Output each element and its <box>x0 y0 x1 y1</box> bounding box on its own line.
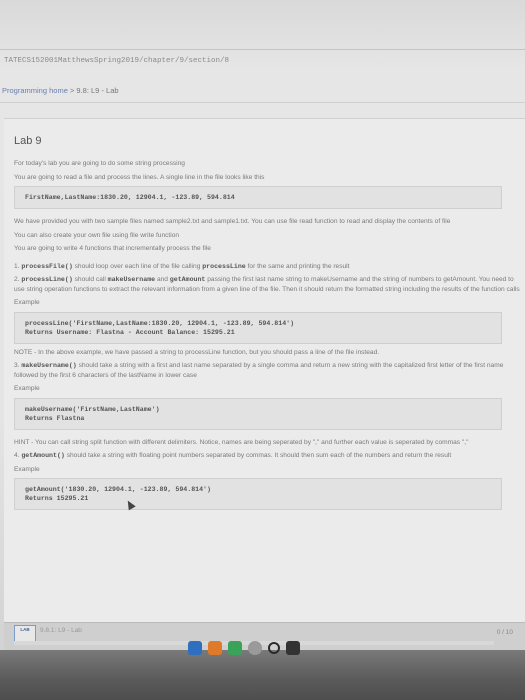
settings-icon[interactable] <box>248 641 262 655</box>
step-2: 2. processLine() should call makeUsernam… <box>14 275 525 294</box>
step-4-text-a: should take a string with floating point… <box>64 452 452 459</box>
step-1-text-a: should loop over each line of the file c… <box>72 262 203 270</box>
search-icon[interactable] <box>268 642 280 654</box>
files-icon[interactable] <box>208 641 222 655</box>
create-own-text: You can also create your own file using … <box>14 231 180 239</box>
breadcrumb-home-link[interactable]: Programming home <box>2 86 68 95</box>
step-1: 1. processFile() should loop over each l… <box>14 262 525 272</box>
example-3-line-1: getAmount('1830.20, 12904.1, -123.89, 59… <box>25 486 211 493</box>
step-4-fn: getAmount() <box>21 452 65 459</box>
example-label-2: Example <box>14 385 40 392</box>
example-3-line-2: Returns 15295.21 <box>25 495 89 502</box>
example-1-line-1: processLine('FirstName,LastName:1830.20,… <box>25 319 295 327</box>
step-2-fn2: makeUsername <box>107 276 156 283</box>
hint-text: HINT - You can call string split functio… <box>14 438 469 446</box>
step-1-text-b: for the same and printing the result <box>245 262 350 270</box>
example-2-code: makeUsername('FirstName,LastName') Retur… <box>14 397 502 430</box>
note-text: NOTE - In the above example, we have pas… <box>14 348 380 356</box>
step-1-fn2: processLine <box>202 262 246 270</box>
breadcrumb-section: 9.8: L9 - Lab <box>76 86 119 95</box>
step-2-text-b: and <box>155 276 170 283</box>
step-4: 4. getAmount() should take a string with… <box>14 451 525 461</box>
intro-line-1: For today's lab you are going to do some… <box>14 160 185 167</box>
breadcrumb: Programming home > 9.8: L9 - Lab <box>0 80 525 103</box>
score-text: 0 / 10 <box>496 629 513 636</box>
step-3-text-a: should take a string with a first and la… <box>14 362 504 379</box>
provided-files-text: We have provided you with two sample fil… <box>14 218 451 225</box>
app-icon[interactable] <box>286 641 300 655</box>
step-2-fn: processLine() <box>21 276 73 283</box>
url-bar[interactable]: TATECS152001MatthewsSpring2019/chapter/9… <box>0 49 525 72</box>
lab-content: Lab 9 For today's lab you are going to d… <box>4 118 525 630</box>
chrome-icon[interactable] <box>228 641 242 655</box>
example-2-line-1: makeUsername('FirstName,LastName') <box>25 405 160 413</box>
write-functions-text: You are going to write 4 functions that … <box>14 245 211 252</box>
activity-caption: 9.8.1: L9 - Lab <box>40 627 82 634</box>
sample-line-text: FirstName,LastName:1830.20, 12904.1, -12… <box>25 194 235 201</box>
step-3: 3. makeUsername() should take a string w… <box>14 361 525 380</box>
browser-icon[interactable] <box>188 641 202 655</box>
step-3-fn: makeUsername() <box>21 362 77 369</box>
example-2-line-2: Returns Flastna <box>25 414 85 422</box>
page-title: Lab 9 <box>14 135 42 147</box>
step-2-text-a: should call <box>72 276 108 283</box>
step-2-fn3: getAmount <box>169 276 206 283</box>
example-1-code: processLine('FirstName,LastName:1830.20,… <box>14 311 502 344</box>
example-3-code: getAmount('1830.20, 12904.1, -123.89, 59… <box>14 478 502 510</box>
example-1-line-2: Returns Username: Flastna - Account Bala… <box>25 328 235 336</box>
step-1-fn: processFile() <box>21 262 73 270</box>
taskbar-dock <box>188 638 338 658</box>
url-text: TATECS152001MatthewsSpring2019/chapter/9… <box>4 57 230 65</box>
example-label-3: Example <box>14 465 40 473</box>
sample-line-code: FirstName,LastName:1830.20, 12904.1, -12… <box>14 186 502 209</box>
lab-badge-text: LAB <box>20 627 30 632</box>
screen: TATECS152001MatthewsSpring2019/chapter/9… <box>0 0 525 700</box>
intro-line-2: You are going to read a file and process… <box>14 173 265 181</box>
example-label-1: Example <box>14 299 40 306</box>
